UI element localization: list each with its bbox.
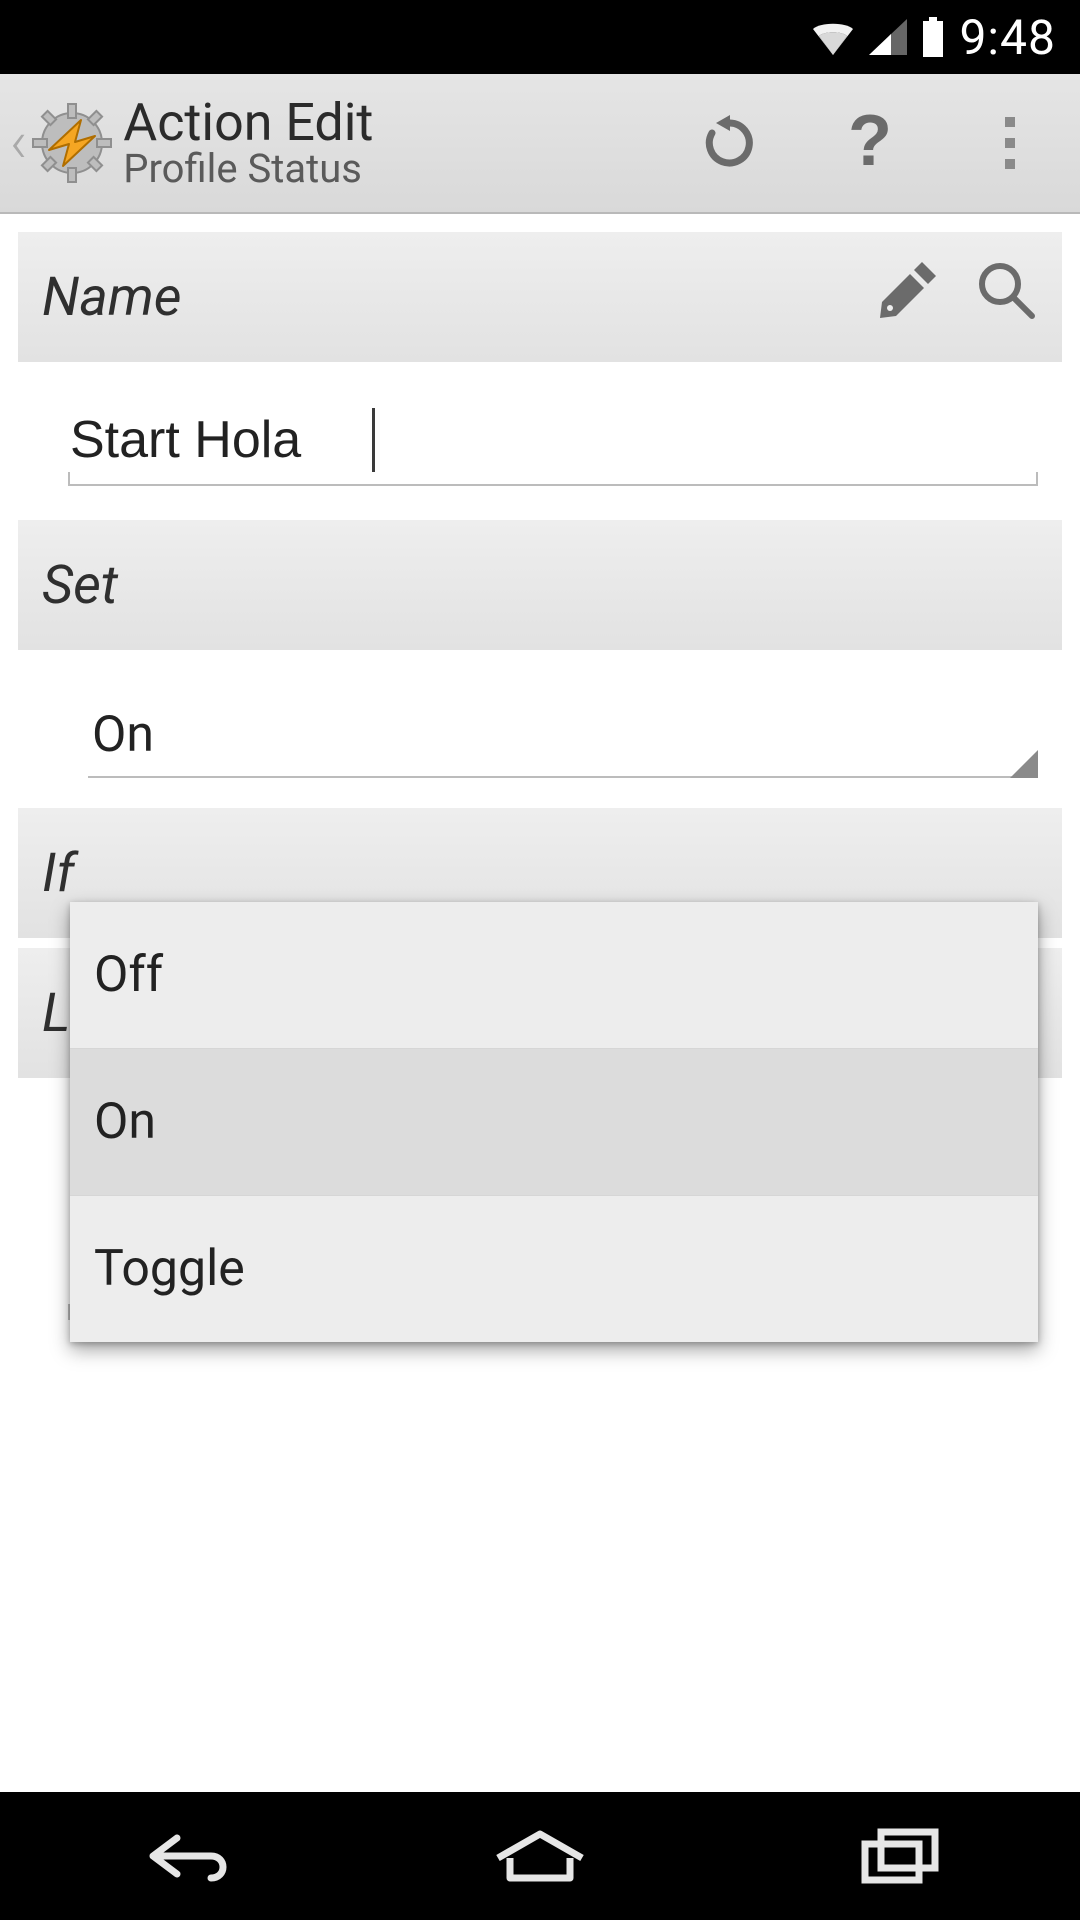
dropdown-option-on[interactable]: On — [70, 1049, 1038, 1196]
dropdown-option-off[interactable]: Off — [70, 902, 1038, 1049]
set-dropdown-popup: Off On Toggle — [70, 902, 1038, 1342]
status-bar: 9:48 — [0, 0, 1080, 74]
page-subtitle: Profile Status — [123, 148, 660, 190]
page-title: Action Edit — [123, 96, 660, 151]
dropdown-caret-icon — [1010, 750, 1038, 778]
search-icon[interactable] — [974, 258, 1038, 336]
tag-edit-icon[interactable] — [876, 258, 940, 336]
dropdown-option-toggle[interactable]: Toggle — [70, 1196, 1038, 1342]
text-cursor — [372, 408, 375, 472]
cell-signal-icon — [869, 19, 907, 55]
name-section-label: Name — [42, 266, 182, 329]
back-caret-icon[interactable]: ‹ — [8, 109, 31, 177]
action-bar-titles: Action Edit Profile Status — [123, 96, 660, 191]
status-clock: 9:48 — [959, 9, 1056, 66]
name-input-wrap — [68, 400, 1038, 486]
nav-home-button[interactable] — [440, 1792, 640, 1920]
nav-bar — [0, 1792, 1080, 1920]
label-section-label: L — [42, 982, 70, 1045]
set-section-header: Set — [18, 520, 1062, 650]
svg-text:?: ? — [848, 107, 892, 179]
set-section-label: Set — [42, 554, 118, 617]
nav-recent-button[interactable] — [800, 1792, 1000, 1920]
app-icon[interactable] — [31, 102, 113, 184]
help-button[interactable]: ? — [800, 73, 940, 213]
action-bar: ‹ Action Edit Profile — [0, 74, 1080, 214]
nav-back-button[interactable] — [80, 1792, 280, 1920]
battery-icon — [921, 17, 945, 57]
refresh-button[interactable] — [660, 73, 800, 213]
set-dropdown[interactable]: On — [88, 698, 1038, 778]
name-section-header: Name — [18, 232, 1062, 362]
wifi-icon — [811, 19, 855, 55]
set-selected-value: On — [92, 706, 154, 764]
if-section-label: If — [42, 842, 74, 905]
name-input[interactable] — [68, 400, 1038, 486]
overflow-menu-button[interactable] — [940, 73, 1080, 213]
